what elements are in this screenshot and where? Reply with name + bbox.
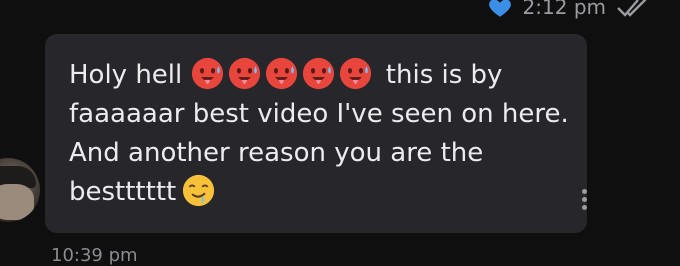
hot-face-emoji-icon <box>339 57 371 90</box>
message-text-part1: Holy hell <box>69 60 183 90</box>
next-message-time: 10:39 pm <box>51 245 138 266</box>
more-options-icon[interactable] <box>574 186 594 216</box>
drooling-face-emoji-icon <box>183 174 215 207</box>
hot-face-emoji-icon <box>302 57 334 90</box>
message-text: Holy hell this is by faaaaaar best video… <box>69 56 569 212</box>
hot-face-emoji-icon <box>228 57 260 90</box>
hot-face-emoji-icon <box>265 57 297 90</box>
message-bubble[interactable]: Holy hell this is by faaaaaar best video… <box>45 34 587 233</box>
previous-message-meta: 2:12 pm <box>487 0 650 20</box>
read-receipt-icon <box>617 0 647 17</box>
hot-face-emoji-icon <box>191 57 223 90</box>
previous-message-time: 2:12 pm <box>522 0 606 19</box>
heart-reaction-icon[interactable] <box>487 0 513 20</box>
sender-avatar[interactable] <box>0 158 40 222</box>
